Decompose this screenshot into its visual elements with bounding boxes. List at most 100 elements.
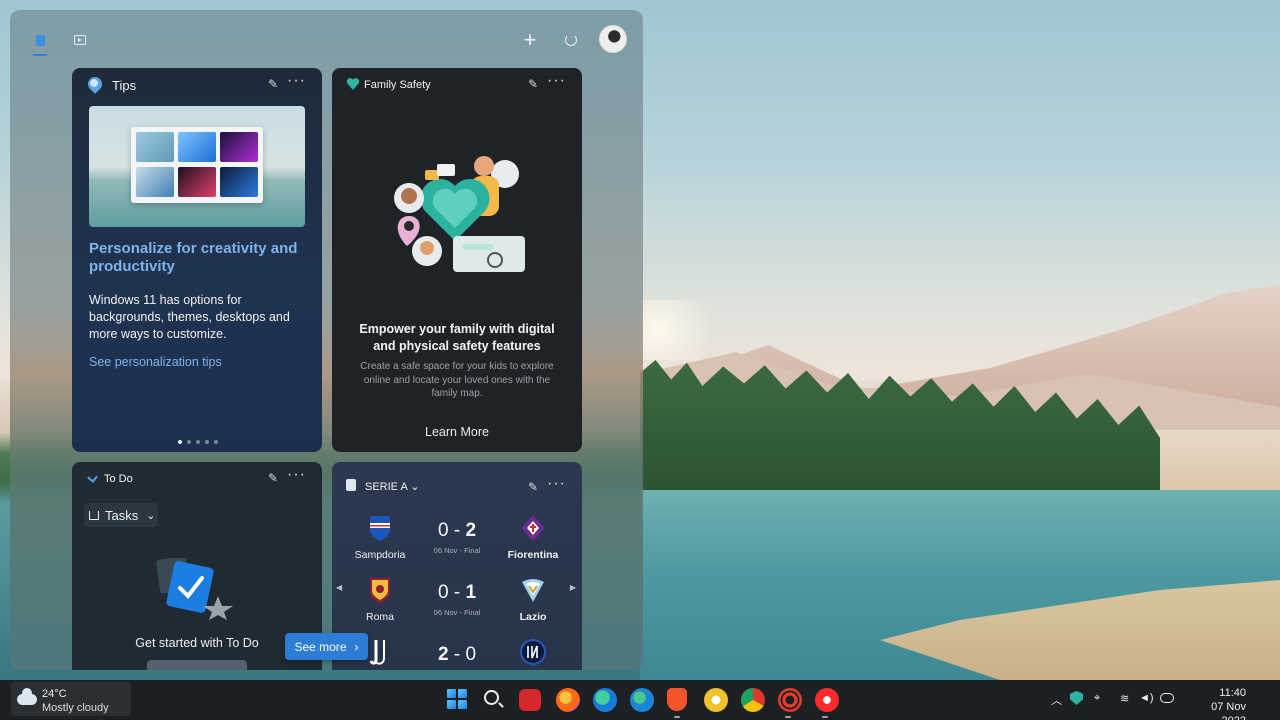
serie-card-header: SERIE A ⌄ ✎ ··· xyxy=(332,462,582,494)
card-title[interactable]: SERIE A ⌄ xyxy=(365,480,419,493)
pin-icon[interactable]: ✎ xyxy=(268,471,278,485)
clock-time: 11:40 xyxy=(1219,687,1246,699)
defender-shield-icon[interactable] xyxy=(1070,691,1083,705)
weather-condition: Mostly cloudy xyxy=(42,702,109,714)
brave-icon[interactable] xyxy=(667,688,687,711)
search-icon[interactable] xyxy=(484,690,499,705)
juventus-crest-icon xyxy=(369,640,385,665)
home-score: 0 xyxy=(437,582,449,603)
carousel-dot[interactable] xyxy=(205,440,209,444)
tips-body: Windows 11 has options for backgrounds, … xyxy=(89,293,290,341)
card-title: Tips xyxy=(112,78,137,93)
chrome-icon[interactable] xyxy=(741,688,765,712)
carousel-dot[interactable] xyxy=(196,440,200,444)
see-more-button[interactable]: See more › xyxy=(285,633,368,660)
refresh-icon[interactable] xyxy=(559,30,583,50)
match-row[interactable]: Roma 0 - 1 06 Nov - Final Lazio xyxy=(332,576,582,636)
running-indicator xyxy=(822,716,828,718)
score: 2 - 0 xyxy=(437,644,477,665)
roma-crest-icon xyxy=(370,578,390,603)
pin-icon[interactable]: ✎ xyxy=(268,77,278,91)
theme-thumbnail xyxy=(220,132,258,162)
avatar[interactable] xyxy=(599,25,627,53)
chrome-canary-icon[interactable] xyxy=(704,688,728,712)
add-widget-icon[interactable]: + xyxy=(518,29,542,51)
vivaldi-icon[interactable] xyxy=(519,689,541,711)
wifi-icon[interactable]: ≋ xyxy=(1120,692,1129,705)
theme-thumbnail xyxy=(178,167,216,197)
away-team: Lazio xyxy=(498,576,568,623)
widgets-panel: + Tips ✎ ··· Personalize for creativity … xyxy=(10,10,643,670)
pin-icon[interactable]: ✎ xyxy=(528,77,538,91)
clock[interactable]: 11:40 07 Nov 2022 xyxy=(1184,686,1246,720)
team-name: Lazio xyxy=(519,611,547,623)
taskbar: 24°C Mostly cloudy ︿ ⌖ ≋ ◄) 11:40 07 Nov… xyxy=(0,680,1280,720)
video-icon[interactable] xyxy=(68,30,92,50)
screen-recorder-icon[interactable] xyxy=(778,688,802,712)
chevron-down-icon[interactable]: ⌄ xyxy=(410,481,419,493)
score: 0 - 1 xyxy=(437,582,477,603)
family-headline: Empower your family with digital and phy… xyxy=(359,322,555,353)
settings-window-illustration xyxy=(131,127,263,203)
todo-action-button[interactable] xyxy=(147,660,247,670)
start-button[interactable] xyxy=(447,689,467,709)
team-name: Sampdoria xyxy=(354,549,406,561)
carousel-dots[interactable] xyxy=(178,440,218,444)
home-icon[interactable] xyxy=(28,30,52,56)
home-team: Roma xyxy=(345,576,415,623)
pin-icon[interactable]: ✎ xyxy=(528,480,538,494)
match-status: 06 Nov - Final xyxy=(433,546,481,555)
home-icon xyxy=(89,510,99,520)
chevron-up-icon[interactable]: ︿ xyxy=(1051,692,1062,708)
team-name: Fiorentina xyxy=(507,549,559,561)
running-indicator xyxy=(674,716,680,718)
carousel-dot[interactable] xyxy=(214,440,218,444)
theme-thumbnail xyxy=(178,132,216,162)
family-card-header: Family Safety ✎ ··· xyxy=(332,68,582,100)
carousel-dot[interactable] xyxy=(178,440,182,444)
lightbulb-icon xyxy=(85,74,105,94)
tasks-label: Tasks xyxy=(105,507,139,523)
todo-illustration xyxy=(156,558,233,620)
lazio-crest-icon xyxy=(522,579,544,602)
more-options-icon[interactable]: ··· xyxy=(547,72,566,90)
edge-icon[interactable] xyxy=(630,688,654,712)
home-team: Sampdoria xyxy=(345,514,415,561)
family-description: Create a safe space for your kids to exp… xyxy=(360,361,554,399)
checkmark-icon xyxy=(87,472,98,483)
learn-more-link[interactable]: Learn More xyxy=(332,425,582,439)
more-options-icon[interactable]: ··· xyxy=(287,466,306,484)
see-more-label: See more xyxy=(294,639,347,654)
volume-icon[interactable]: ◄) xyxy=(1139,692,1154,704)
tips-headline[interactable]: Personalize for creativity and productiv… xyxy=(89,240,309,276)
team-name: Roma xyxy=(365,611,394,623)
sampdoria-crest-icon xyxy=(370,516,390,541)
see-personalization-tips-link[interactable]: See personalization tips xyxy=(89,355,222,369)
league-name: SERIE A xyxy=(365,481,408,493)
carousel-dot[interactable] xyxy=(187,440,191,444)
weather-temperature: 24°C xyxy=(42,688,67,700)
family-safety-card[interactable]: Family Safety ✎ ··· Empower your family … xyxy=(332,68,582,452)
match-row[interactable]: 2 - 0 xyxy=(332,638,582,670)
tips-card[interactable]: Tips ✎ ··· Personalize for creativity an… xyxy=(72,68,322,452)
away-score: 0 xyxy=(465,644,477,665)
cloud-sync-icon[interactable] xyxy=(1160,693,1174,703)
tasks-list-dropdown[interactable]: Tasks ⌄ xyxy=(84,503,158,527)
weather-widget-button[interactable]: 24°C Mostly cloudy xyxy=(11,682,131,716)
more-options-icon[interactable]: ··· xyxy=(287,72,306,90)
away-team xyxy=(498,638,568,670)
tips-illustration xyxy=(89,106,305,227)
firefox-icon[interactable] xyxy=(556,688,580,712)
edge-canary-icon[interactable] xyxy=(593,688,617,712)
theme-thumbnail xyxy=(136,167,174,197)
more-options-icon[interactable]: ··· xyxy=(547,475,566,493)
away-score: 1 xyxy=(465,582,477,603)
serie-a-card[interactable]: SERIE A ⌄ ✎ ··· ◀ ▶ Sampdoria 0 - 2 06 N… xyxy=(332,462,582,670)
match-row[interactable]: Sampdoria 0 - 2 06 Nov - Final Fiorentin… xyxy=(332,514,582,574)
youtube-music-icon[interactable] xyxy=(815,688,839,712)
away-score: 2 xyxy=(465,520,477,541)
away-team: Fiorentina xyxy=(498,514,568,561)
clock-date: 07 Nov 2022 xyxy=(1211,701,1246,720)
score: 0 - 2 xyxy=(437,520,477,541)
mic-location-icon[interactable]: ⌖ xyxy=(1094,692,1100,705)
